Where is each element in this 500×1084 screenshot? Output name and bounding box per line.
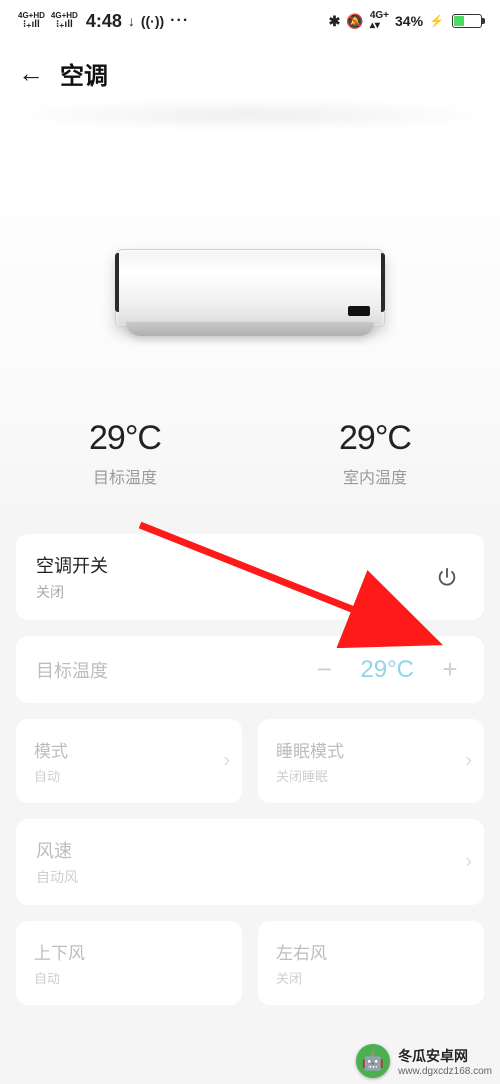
watermark-logo-icon: 🤖	[356, 1044, 390, 1078]
power-button[interactable]	[430, 560, 464, 594]
chevron-right-icon: ›	[465, 851, 472, 874]
signal-2: 4G+HD ⁝₊ıll	[51, 12, 78, 30]
status-time: 4:48	[86, 11, 122, 32]
target-temp-value: 29°C	[89, 419, 161, 458]
mode-card-sub: 自动	[34, 766, 224, 785]
ac-illustration	[115, 249, 385, 349]
temp-plus-button[interactable]: +	[436, 654, 464, 685]
mode-card[interactable]: 模式 自动 ›	[16, 719, 242, 803]
more-icon: ···	[170, 12, 189, 30]
power-card-status: 关闭	[36, 582, 108, 602]
target-temp: 29°C 目标温度	[89, 419, 161, 488]
device-hero: 29°C 目标温度 29°C 室内温度	[0, 139, 500, 518]
mode-card-title: 模式	[34, 737, 224, 762]
watermark-name: 冬瓜安卓网	[398, 1046, 492, 1066]
leftright-card-sub: 关闭	[276, 968, 466, 987]
chevron-right-icon: ›	[223, 750, 230, 773]
sleep-card[interactable]: 睡眠模式 关闭睡眠 ›	[258, 719, 484, 803]
sleep-card-title: 睡眠模式	[276, 737, 466, 762]
hotspot-icon: ((·))	[141, 13, 164, 29]
controls-list: 空调开关 关闭 目标温度 − 29°C + 模式 自动 ›	[0, 534, 500, 1005]
target-temp-card-label: 目标温度	[36, 657, 108, 683]
battery-percent: 34%	[395, 13, 423, 29]
updown-wind-card[interactable]: 上下风 自动	[16, 921, 242, 1005]
leftright-wind-card[interactable]: 左右风 关闭	[258, 921, 484, 1005]
temperature-readout: 29°C 目标温度 29°C 室内温度	[0, 419, 500, 488]
leftright-card-title: 左右风	[276, 939, 466, 964]
updown-card-title: 上下风	[34, 939, 224, 964]
bluetooth-icon: ✱	[329, 13, 341, 30]
header-blur	[0, 101, 500, 139]
temp-minus-button[interactable]: −	[310, 654, 338, 685]
fan-card[interactable]: 风速 自动风 ›	[16, 819, 484, 905]
power-card[interactable]: 空调开关 关闭	[16, 534, 484, 620]
sleep-card-sub: 关闭睡眠	[276, 766, 466, 785]
indoor-temp-value: 29°C	[339, 419, 411, 458]
battery-icon	[452, 14, 482, 28]
indoor-temp: 29°C 室内温度	[339, 419, 411, 488]
app-header: ← 空调	[0, 42, 500, 101]
charging-icon: ⚡	[429, 14, 444, 28]
fan-card-sub: 自动风	[36, 867, 464, 887]
target-temp-card-value: 29°C	[360, 656, 414, 684]
status-left: 4G+HD ⁝₊ıll 4G+HD ⁝₊ıll 4:48 ↓ ((·)) ···	[18, 11, 189, 32]
fan-card-title: 风速	[36, 837, 464, 863]
target-temp-label: 目标温度	[89, 464, 161, 488]
download-icon: ↓	[128, 13, 135, 29]
target-temp-card[interactable]: 目标温度 − 29°C +	[16, 636, 484, 703]
signal-1: 4G+HD ⁝₊ıll	[18, 12, 45, 30]
status-bar: 4G+HD ⁝₊ıll 4G+HD ⁝₊ıll 4:48 ↓ ((·)) ···…	[0, 0, 500, 42]
watermark-url: www.dgxcdz168.com	[398, 1066, 492, 1077]
target-temp-stepper: − 29°C +	[310, 654, 464, 685]
updown-card-sub: 自动	[34, 968, 224, 987]
watermark: 🤖 冬瓜安卓网 www.dgxcdz168.com	[348, 1038, 500, 1084]
dnd-icon: 🔕	[346, 13, 363, 30]
page-title: 空调	[60, 56, 108, 91]
indoor-temp-label: 室内温度	[339, 464, 411, 488]
status-right: ✱ 🔕 4G+ ▴▾ 34% ⚡	[329, 11, 482, 31]
power-icon	[436, 566, 458, 588]
network-icon: 4G+ ▴▾	[370, 11, 389, 31]
chevron-right-icon: ›	[465, 750, 472, 773]
back-button[interactable]: ←	[18, 58, 44, 89]
power-card-title: 空调开关	[36, 552, 108, 578]
